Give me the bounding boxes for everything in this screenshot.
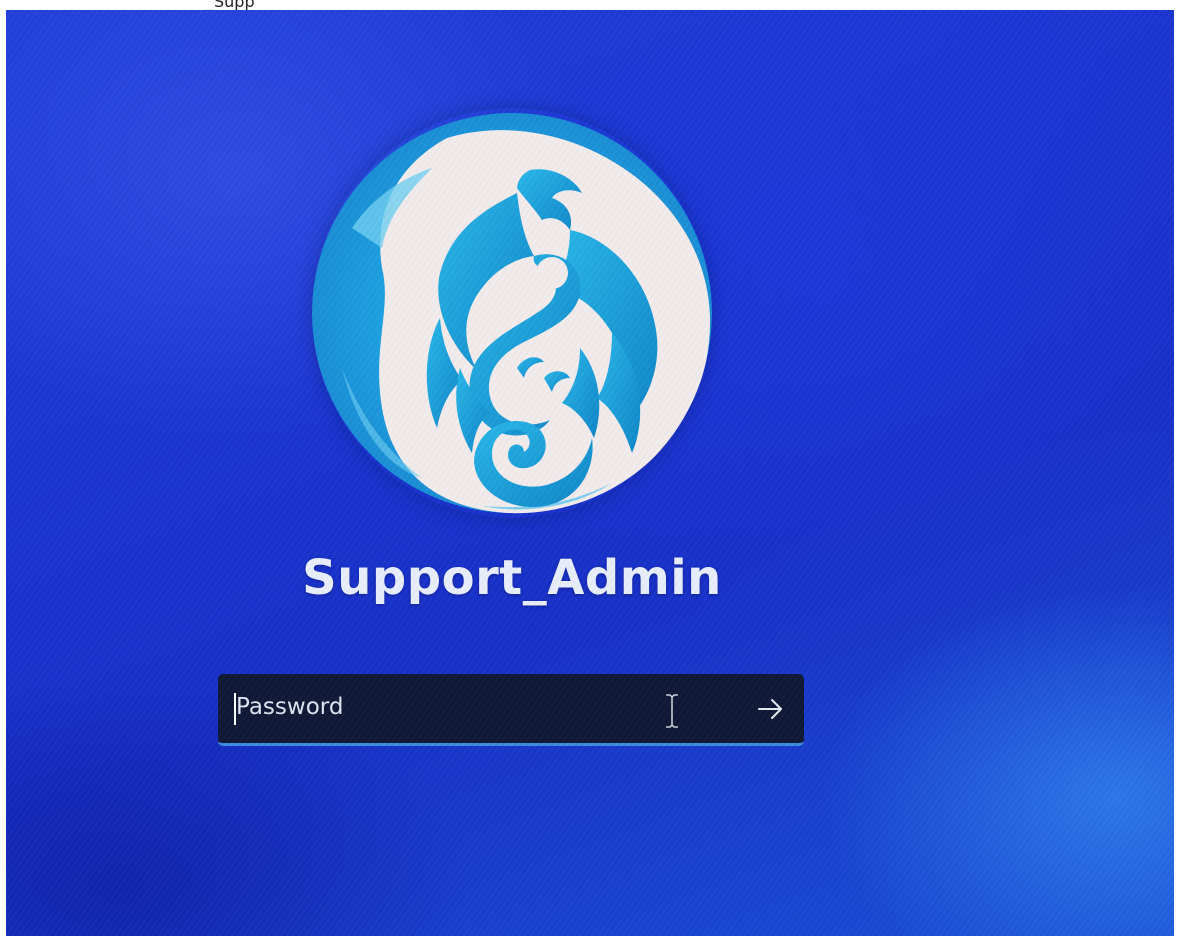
user-avatar xyxy=(312,108,712,518)
lock-screen: Support_Admin xyxy=(6,10,1174,936)
top-fragment-text: _Supp xyxy=(206,0,255,10)
phoenix-logo-icon xyxy=(312,113,712,514)
username-label: Support_Admin xyxy=(302,550,722,606)
password-input[interactable] xyxy=(232,686,716,728)
text-caret xyxy=(234,693,236,725)
arrow-right-icon xyxy=(758,699,782,719)
photo-frame: _Supp Support_Admin xyxy=(0,0,1178,940)
top-strip: _Supp xyxy=(0,0,1178,10)
submit-button[interactable] xyxy=(748,688,794,730)
ibeam-cursor-icon xyxy=(666,694,678,728)
password-box[interactable] xyxy=(218,674,804,746)
